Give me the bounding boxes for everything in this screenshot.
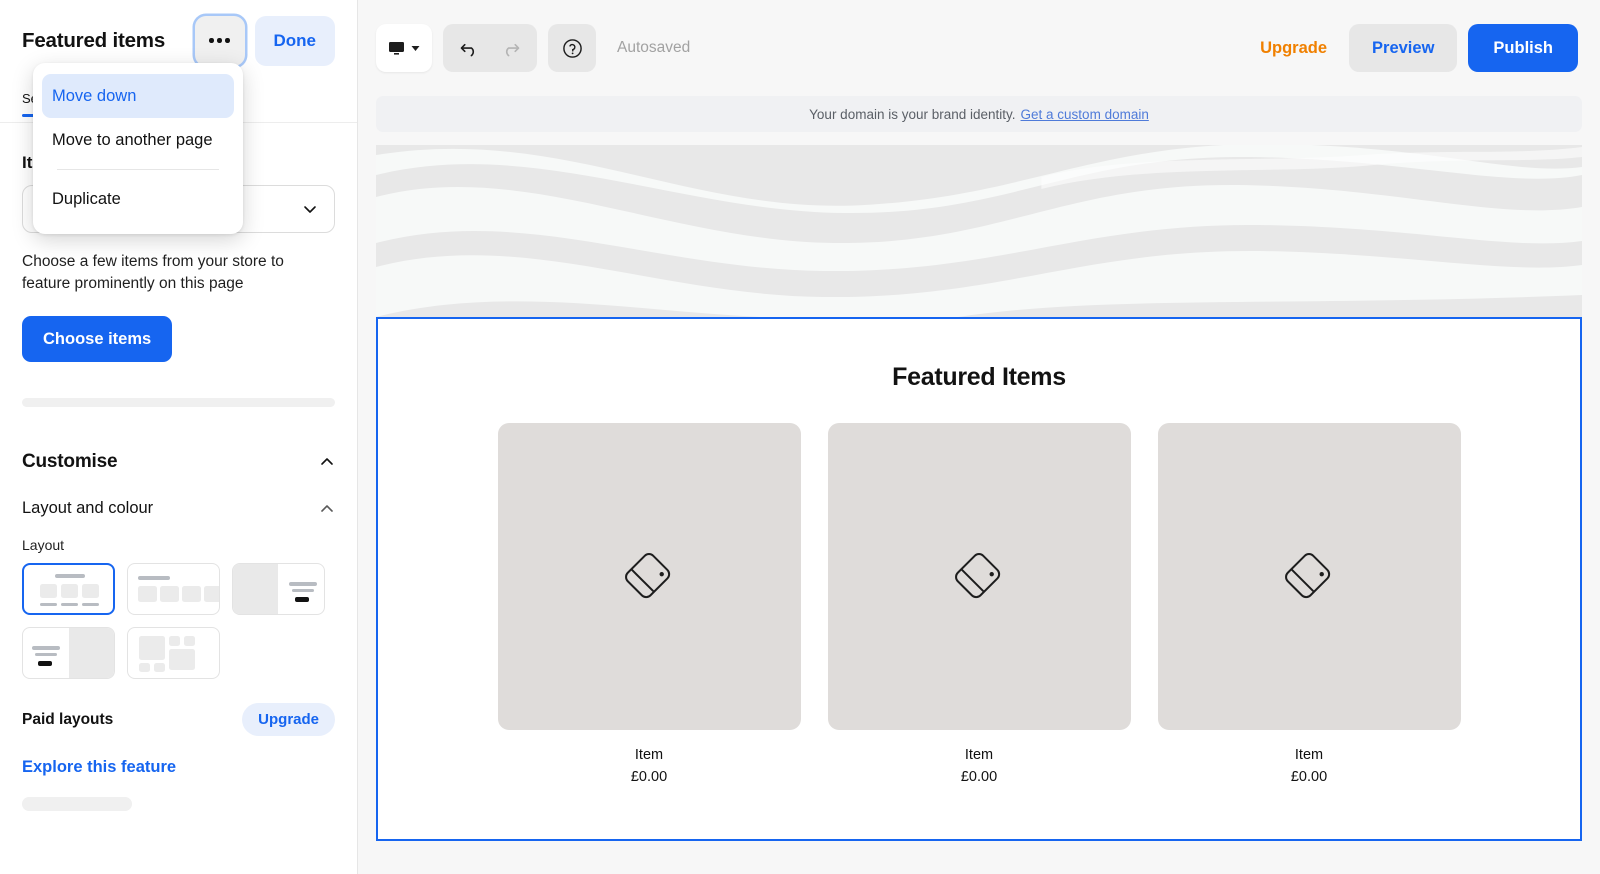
choose-items-button[interactable]: Choose items — [22, 316, 173, 362]
editor-sidebar: Featured items Done Settings Items Custo… — [0, 0, 358, 874]
more-options-button[interactable] — [194, 15, 245, 66]
page-title: Featured items — [22, 28, 166, 52]
layout-option-split-image-right[interactable] — [22, 627, 115, 679]
price-tag-icon — [625, 552, 671, 598]
ellipsis-icon — [209, 38, 230, 43]
more-options-menu: Move down Move to another page Duplicate — [33, 63, 243, 234]
menu-separator — [57, 169, 219, 170]
site-canvas: Your domain is your brand identity. Get … — [358, 96, 1600, 874]
publish-button[interactable]: Publish — [1468, 24, 1578, 72]
domain-banner-text: Your domain is your brand identity. — [809, 106, 1016, 122]
explore-feature-link[interactable]: Explore this feature — [22, 758, 335, 777]
done-button[interactable]: Done — [254, 15, 335, 66]
layout-option-mosaic[interactable] — [127, 627, 220, 679]
chevron-down-icon — [304, 206, 316, 213]
hero-banner-section[interactable] — [376, 145, 1582, 317]
redo-icon[interactable] — [501, 40, 520, 57]
layout-option-grid-three-column[interactable] — [22, 563, 115, 615]
get-custom-domain-link[interactable]: Get a custom domain — [1021, 107, 1149, 122]
product-price: £0.00 — [630, 769, 668, 785]
chevron-up-icon — [321, 504, 333, 512]
preview-button[interactable]: Preview — [1349, 24, 1458, 72]
autosave-status: Autosaved — [617, 39, 691, 56]
layout-colour-header[interactable]: Layout and colour — [22, 499, 335, 518]
section-divider — [22, 398, 335, 407]
product-grid: Item £0.00 Item £0.00 Item £0.00 — [378, 423, 1580, 785]
sidebar-bottom-placeholder — [22, 797, 132, 811]
monitor-icon — [389, 41, 404, 55]
paid-layouts-row: Paid layouts Upgrade — [22, 703, 335, 736]
layout-option-carousel-row[interactable] — [127, 563, 220, 615]
layout-colour-title: Layout and colour — [22, 499, 154, 517]
help-circle-icon — [562, 38, 582, 58]
customise-title: Customise — [22, 451, 118, 472]
sidebar-body: Items Custom selection Choose a few item… — [0, 153, 357, 811]
domain-banner: Your domain is your brand identity. Get … — [376, 96, 1582, 132]
product-card[interactable]: Item £0.00 — [1157, 423, 1461, 785]
upgrade-pill-button[interactable]: Upgrade — [242, 703, 335, 736]
product-card[interactable]: Item £0.00 — [497, 423, 801, 785]
undo-icon[interactable] — [460, 40, 479, 57]
caret-down-icon — [411, 45, 420, 51]
menu-item-move-to-another-page[interactable]: Move to another page — [42, 118, 234, 162]
device-preview-button[interactable] — [376, 24, 432, 72]
editor-main: Autosaved Upgrade Preview Publish Your d… — [358, 0, 1600, 874]
abstract-wave-pattern — [376, 145, 1582, 317]
layout-option-split-image-left[interactable] — [232, 563, 325, 615]
editor-toolbar: Autosaved Upgrade Preview Publish — [358, 0, 1600, 96]
menu-item-duplicate[interactable]: Duplicate — [42, 177, 234, 221]
app-root: Featured items Done Settings Items Custo… — [0, 0, 1600, 874]
menu-item-move-down[interactable]: Move down — [42, 74, 234, 118]
product-image-placeholder — [827, 423, 1131, 730]
product-card[interactable]: Item £0.00 — [827, 423, 1131, 785]
customise-section-header[interactable]: Customise — [22, 451, 335, 473]
product-name: Item — [634, 747, 664, 763]
featured-heading: Featured Items — [892, 363, 1066, 391]
paid-layouts-label: Paid layouts — [22, 710, 114, 728]
price-tag-icon — [1285, 552, 1331, 598]
layout-options — [22, 563, 335, 679]
items-helper-text: Choose a few items from your store to fe… — [22, 253, 284, 292]
product-price: £0.00 — [1290, 769, 1328, 785]
upgrade-link[interactable]: Upgrade — [1260, 39, 1327, 58]
chevron-up-icon — [321, 458, 333, 465]
help-button[interactable] — [548, 24, 596, 72]
featured-items-section[interactable]: Featured Items Item £0.00 Item £0.00 Ite… — [376, 317, 1582, 841]
undo-redo-group — [443, 24, 537, 72]
product-name: Item — [964, 747, 994, 763]
product-price: £0.00 — [960, 769, 998, 785]
price-tag-icon — [955, 552, 1001, 598]
layout-label: Layout — [22, 537, 65, 553]
product-image-placeholder — [1157, 423, 1461, 730]
product-name: Item — [1294, 747, 1324, 763]
product-image-placeholder — [497, 423, 801, 730]
